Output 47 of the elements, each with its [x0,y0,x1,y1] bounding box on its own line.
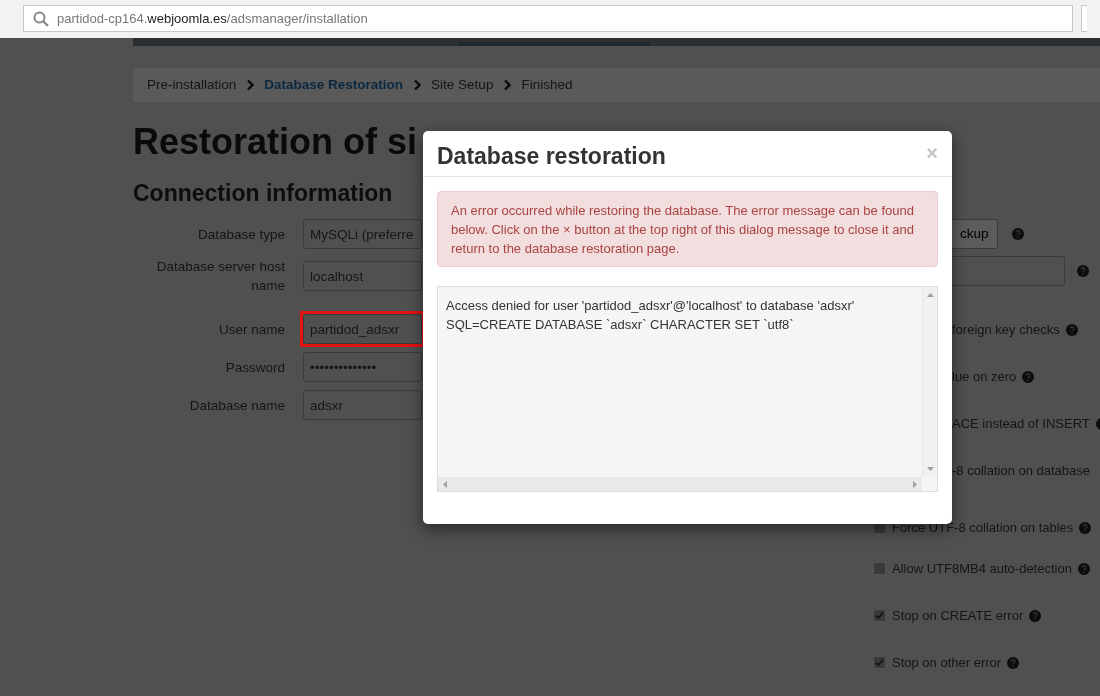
option-label: foreign key checks [952,320,1060,339]
input-field[interactable]: partidod_adsxr [303,314,422,344]
section-title: Connection information [133,179,394,208]
breadcrumb-item: Database Restoration [264,75,404,94]
url-text: partidod-cp164.webjoomla.es/adsmanager/installation [57,9,368,28]
scroll-left-icon [443,480,447,488]
breadcrumb-item: Pre-installation [147,75,237,94]
checkbox[interactable] [873,609,886,622]
field-label: Database server host name [155,258,285,295]
option-label: lue on zero [952,367,1017,386]
option-label: Stop on other error [892,653,1002,672]
scroll-up-icon [926,292,934,297]
scroll-down-icon [926,467,934,472]
close-button[interactable]: × [926,143,938,163]
horizontal-scrollbar[interactable] [438,477,922,491]
field-label: Database name [188,396,285,415]
breadcrumb-item: Finished [521,75,573,94]
input-field[interactable]: adsxr [303,390,422,420]
option-label: ACE instead of INSERT [952,414,1090,433]
option-label: Stop on CREATE error [892,606,1024,625]
field-label: Password [224,358,285,377]
error-alert: An error occurred while restoring the database. The error message can be found below. Click on the × button at the top right of this dialog message to close it and return to the database restoration page. [437,191,938,267]
chevron-icon [413,79,422,91]
checkbox[interactable] [873,656,886,669]
input-field[interactable]: MySQLi (preferre [303,219,422,249]
scroll-right-icon [913,480,917,488]
log-line: SQL=CREATE DATABASE `adsxr` CHARACTER SET `utf8` [446,316,795,334]
input-field[interactable]: localhost [303,261,422,291]
chevron-icon [503,79,512,91]
page-title: Restoration of si [133,120,418,164]
option-label: -8 collation on database [952,461,1091,480]
chevron-icon [246,79,255,91]
input-field[interactable]: •••••••••••••• [303,352,422,382]
breadcrumb-item: Site Setup [431,75,494,94]
toolbar-button[interactable] [1081,5,1087,32]
vertical-scrollbar[interactable] [922,287,937,477]
backup-button[interactable]: ckup [952,219,998,249]
dialog-title: Database restoration [437,142,666,171]
search-icon [33,10,49,27]
log-line: Access denied for user 'partidod_adsxr'@'localhost' to database 'adsxr' [446,297,856,315]
help-icon [1011,228,1024,240]
option-label: Allow UTF8MB4 auto-detection [892,559,1072,578]
field-label: Database type [196,225,285,244]
checkbox[interactable] [873,562,886,575]
field-label: User name [217,320,285,339]
help-icon [1077,265,1089,277]
address-bar[interactable]: partidod-cp164.webjoomla.es/adsmanager/installation [23,5,1073,32]
